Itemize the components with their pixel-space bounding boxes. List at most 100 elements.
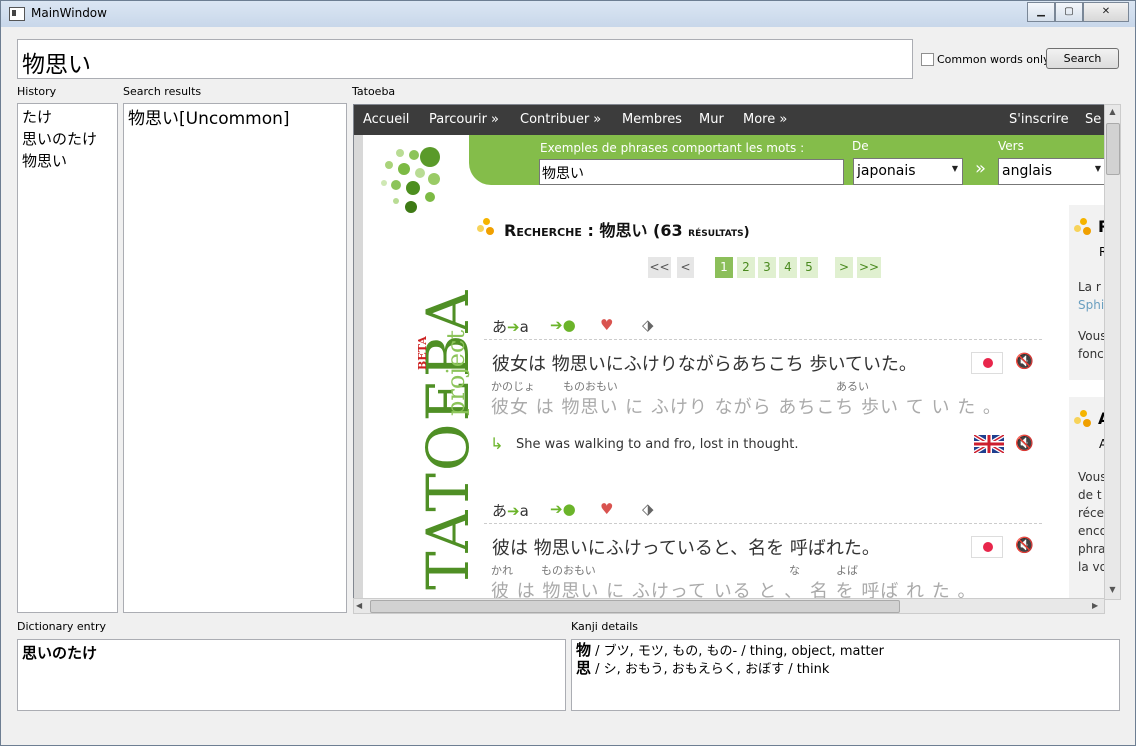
page-next[interactable]: > xyxy=(835,257,853,278)
main-window: MainWindow ▁ ▢ ✕ 物思い Common words only S… xyxy=(0,0,1136,746)
furigana: かれ xyxy=(491,564,513,577)
horizontal-scrollbar[interactable]: ◀ ▶ xyxy=(353,598,1105,614)
nav-mur[interactable]: Mur xyxy=(699,112,724,127)
furigana: あるい xyxy=(836,380,869,393)
tatoeba-webview[interactable]: Accueil Parcourir » Contribuer » Membres… xyxy=(353,104,1105,601)
heading-query: 物思い xyxy=(599,221,648,240)
search-sentence-label: Exemples de phrases comportant les mots … xyxy=(540,141,805,155)
nav-parcourir[interactable]: Parcourir » xyxy=(429,112,499,127)
page-2[interactable]: 2 xyxy=(737,257,755,278)
furigana-toggle-icon[interactable]: あ➔a xyxy=(492,316,529,337)
horizontal-scroll-thumb[interactable] xyxy=(370,600,900,613)
furigana: ものおもい xyxy=(541,564,596,577)
tatoeba-nav: Accueil Parcourir » Contribuer » Membres… xyxy=(354,105,1104,135)
speaker-icon[interactable]: 🔇 xyxy=(1015,352,1034,370)
sidebar-text: La r xyxy=(1078,280,1101,294)
page-prev[interactable]: < xyxy=(677,257,694,278)
history-item[interactable]: たけ xyxy=(18,106,117,128)
from-language-select[interactable]: japonais xyxy=(853,158,963,185)
furigana: かのじょ xyxy=(491,380,535,393)
furigana: ものおもい xyxy=(563,380,618,393)
translation-arrow-icon: ↳ xyxy=(490,434,504,453)
nav-more[interactable]: More » xyxy=(743,112,787,127)
sentence-1-reading: 彼女 は 物思い に ふけり ながら あちこち 歩い て い た 。 xyxy=(491,397,1002,418)
favorite-icon[interactable]: ♥ xyxy=(600,316,613,334)
sidebar-text: enco xyxy=(1078,524,1105,538)
furigana-toggle-icon[interactable]: あ➔a xyxy=(492,500,529,521)
record-audio-icon[interactable] xyxy=(971,352,1003,374)
sidebar-text: Vous xyxy=(1078,470,1105,484)
kanji-label: Kanji details xyxy=(571,620,638,633)
common-words-label: Common words only xyxy=(937,53,1050,66)
adopt-icon[interactable]: ➔● xyxy=(550,500,576,518)
nav-contribuer[interactable]: Contribuer » xyxy=(520,112,601,127)
nav-se-connecter[interactable]: Se xyxy=(1085,112,1101,127)
tatoeba-logo-text: TATOEBA project BETA xyxy=(380,220,482,590)
kanji-details-box[interactable]: 物 / ブツ, モツ, もの, もの- / thing, object, mat… xyxy=(571,639,1120,711)
sidebar-text: phra xyxy=(1078,542,1105,556)
speaker-icon[interactable]: 🔇 xyxy=(1015,434,1034,452)
page-first[interactable]: << xyxy=(648,257,671,278)
dictionary-entry-box[interactable]: 思いのたけ 󠄁 xyxy=(17,639,566,711)
sidebar-link[interactable]: Sphi xyxy=(1078,298,1104,312)
history-item[interactable]: 思いのたけ xyxy=(18,128,117,150)
kanji-char: 思 xyxy=(576,659,592,677)
history-list[interactable]: たけ 思いのたけ 物思い xyxy=(17,103,118,613)
vertical-scroll-thumb[interactable] xyxy=(1106,123,1120,175)
page-1[interactable]: 1 xyxy=(715,257,733,278)
search-query-text: 物思い xyxy=(22,52,91,78)
sidebar-text: la vo xyxy=(1078,560,1105,574)
add-to-list-icon[interactable]: ⬗ xyxy=(642,316,654,334)
add-to-list-icon[interactable]: ⬗ xyxy=(642,500,654,518)
favorite-icon[interactable]: ♥ xyxy=(600,500,613,518)
results-heading: Recherche : 物思い (63 résultats) xyxy=(504,217,750,241)
sidebar-text: de t xyxy=(1078,488,1102,502)
nav-sinscrire[interactable]: S'inscrire xyxy=(1009,112,1069,127)
uk-flag-icon xyxy=(972,433,1006,455)
from-label: De xyxy=(852,139,869,153)
history-label: History xyxy=(17,85,57,98)
common-words-checkbox[interactable] xyxy=(921,53,934,66)
close-button[interactable]: ✕ xyxy=(1083,2,1129,22)
sidebar-text: fonc xyxy=(1078,347,1104,361)
sentence-search-input[interactable]: 物思い xyxy=(539,159,844,185)
to-language-select[interactable]: anglais xyxy=(998,158,1104,185)
logo-beta: BETA xyxy=(416,336,429,370)
sidebar-box-1: R R La r Sphi Vous fonc xyxy=(1069,205,1104,380)
page-5[interactable]: 5 xyxy=(800,257,818,278)
record-audio-icon[interactable] xyxy=(971,536,1003,558)
result-item[interactable]: 物思い[Uncommon] xyxy=(124,104,346,130)
speaker-icon[interactable]: 🔇 xyxy=(1015,536,1034,554)
bullet-icon xyxy=(1074,218,1092,235)
maximize-button[interactable]: ▢ xyxy=(1055,2,1083,22)
search-input[interactable]: 物思い xyxy=(17,39,913,79)
page-3[interactable]: 3 xyxy=(758,257,776,278)
window-title: MainWindow xyxy=(31,6,107,20)
to-label: Vers xyxy=(998,139,1024,153)
sentence-2-japanese: 彼は 物思いにふけっていると、名を 呼ばれた。 xyxy=(492,538,880,559)
scroll-up-icon[interactable]: ▲ xyxy=(1106,107,1119,119)
search-button[interactable]: Search xyxy=(1046,48,1119,69)
scroll-down-icon[interactable]: ▼ xyxy=(1106,585,1119,597)
history-item[interactable]: 物思い xyxy=(18,150,117,172)
dictionary-entry-text: 思いのたけ 󠄁 xyxy=(22,644,103,662)
scroll-left-icon[interactable]: ◀ xyxy=(356,599,362,613)
results-list[interactable]: 物思い[Uncommon] xyxy=(123,103,347,613)
vertical-scrollbar[interactable]: ▲ ▼ xyxy=(1104,104,1121,600)
nav-membres[interactable]: Membres xyxy=(622,112,682,127)
kanji-line: 物 / ブツ, モツ, もの, もの- / thing, object, mat… xyxy=(576,642,884,660)
minimize-button[interactable]: ▁ xyxy=(1027,2,1055,22)
uk-flag-svg xyxy=(972,433,1006,455)
client-area: 物思い Common words only Search History Se a… xyxy=(9,29,1129,739)
swap-languages-button[interactable]: » xyxy=(975,158,986,179)
page-4[interactable]: 4 xyxy=(779,257,797,278)
scroll-right-icon[interactable]: ▶ xyxy=(1092,599,1098,613)
bullet-icon xyxy=(477,218,495,235)
page-last[interactable]: >> xyxy=(857,257,881,278)
adopt-icon[interactable]: ➔● xyxy=(550,316,576,334)
divider xyxy=(484,523,1042,524)
nav-accueil[interactable]: Accueil xyxy=(363,112,409,127)
to-language-value: anglais xyxy=(1002,163,1052,179)
kanji-details-text: 物 / ブツ, モツ, もの, もの- / thing, object, mat… xyxy=(576,642,884,678)
furigana: よば xyxy=(836,564,858,577)
